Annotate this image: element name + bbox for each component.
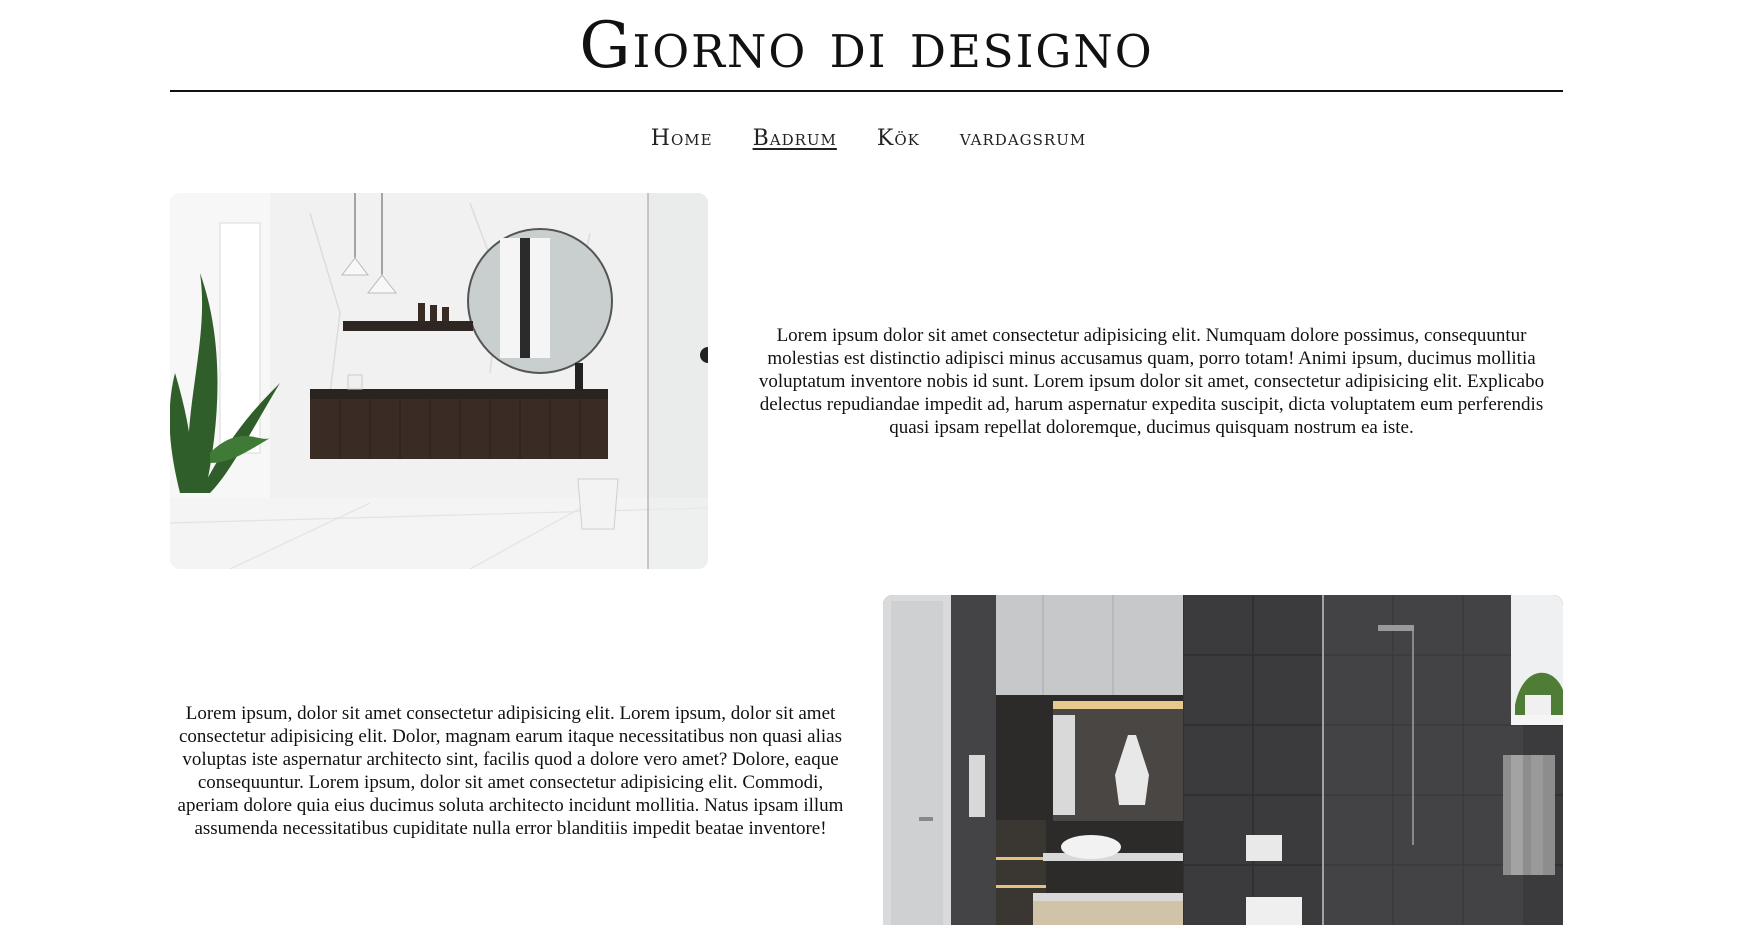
nav-link-vardagsrum[interactable]: vardagsrum (960, 126, 1086, 151)
bathroom-white-marble-photo (170, 193, 708, 569)
nav-link-badrum[interactable]: Badrum (753, 126, 837, 151)
site-header: Giorno di designo (170, 0, 1563, 92)
bathroom-dark-tile-photo (883, 595, 1563, 925)
site-title: Giorno di designo (579, 9, 1154, 83)
section-1-text: Lorem ipsum dolor sit amet consectetur a… (758, 325, 1545, 438)
nav-link-kok[interactable]: Kök (877, 126, 920, 151)
nav-link-home[interactable]: Home (651, 126, 713, 151)
main-nav: Home Badrum Kök vardagsrum (0, 126, 1737, 151)
section-2-text: Lorem ipsum, dolor sit amet consectetur … (177, 703, 844, 839)
